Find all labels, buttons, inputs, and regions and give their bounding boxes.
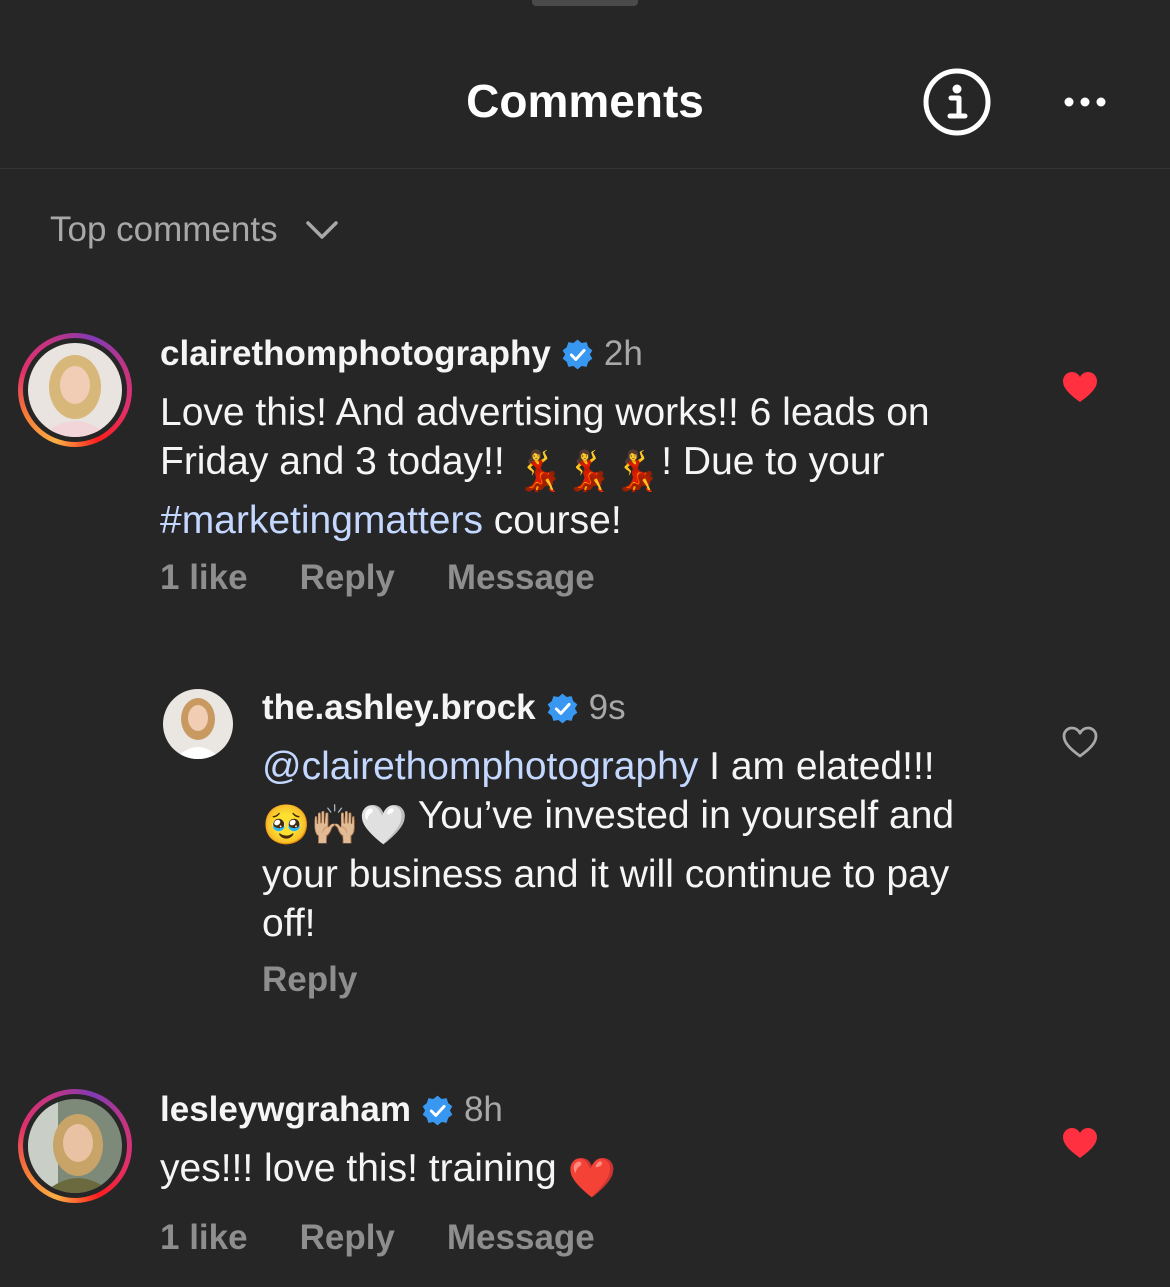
page-title: Comments: [466, 75, 704, 127]
avatar-image: [28, 343, 122, 437]
comment-time: 9s: [588, 688, 626, 727]
comment-header: lesleywgraham 8h: [160, 1088, 503, 1132]
comment-header: the.ashley.brock 9s: [262, 686, 626, 730]
like-count[interactable]: 1 like: [160, 1218, 248, 1258]
info-icon[interactable]: [922, 67, 992, 137]
comment-text: @clairethomphotography I am elated!!! 🥹🙌…: [262, 742, 1002, 948]
username[interactable]: clairethomphotography: [160, 334, 551, 374]
reply-button[interactable]: Reply: [262, 960, 357, 1000]
comment-text-part: yes!!! love this! training: [160, 1147, 568, 1190]
username[interactable]: the.ashley.brock: [262, 688, 536, 728]
avatar-lesleywgraham[interactable]: [18, 1089, 132, 1203]
avatar-image: [28, 1099, 122, 1193]
verified-badge-icon: [422, 1095, 453, 1125]
verified-badge-icon: [547, 693, 577, 723]
red-heart-emoji: ❤️: [567, 1157, 617, 1200]
like-count[interactable]: 1 like: [160, 558, 248, 598]
comment-actions: 1 like Reply Message: [160, 1216, 647, 1260]
mention-link[interactable]: @clairethomphotography: [262, 745, 698, 788]
more-options-icon[interactable]: [1055, 88, 1115, 116]
emoji-group: 🥹🙌🏼🤍: [262, 804, 408, 847]
comment-text-part: course!: [482, 499, 622, 542]
heart-filled-icon[interactable]: [1061, 1126, 1099, 1160]
comment-actions: Reply: [262, 958, 409, 1002]
sort-dropdown[interactable]: Top comments: [50, 206, 340, 254]
username[interactable]: lesleywgraham: [160, 1090, 411, 1130]
verified-badge-icon: [562, 339, 593, 369]
comment-time: 2h: [603, 334, 643, 373]
message-button[interactable]: Message: [447, 1218, 595, 1258]
reply-button[interactable]: Reply: [300, 1218, 395, 1258]
heart-filled-icon[interactable]: [1061, 370, 1099, 404]
sort-label: Top comments: [50, 210, 278, 249]
comment-header: clairethomphotography 2h: [160, 332, 643, 376]
comment-actions: 1 like Reply Message: [160, 556, 647, 600]
reply-button[interactable]: Reply: [300, 558, 395, 598]
comment-text: Love this! And advertising works!! 6 lea…: [160, 388, 1000, 545]
comments-header: Comments: [0, 0, 1170, 169]
comment-text-part: ! Due to your: [661, 440, 885, 483]
comment-text: yes!!! love this! training ❤️: [160, 1144, 1000, 1203]
avatar-clairethomphotography[interactable]: [18, 333, 132, 447]
avatar-image: [163, 689, 233, 759]
dancer-emoji: 💃💃💃: [515, 450, 662, 493]
comment-text-part: I am elated!!!: [698, 745, 935, 788]
heart-outline-icon[interactable]: [1061, 725, 1099, 759]
hashtag-link[interactable]: #marketingmatters: [160, 499, 483, 542]
avatar-the-ashley-brock[interactable]: [163, 689, 233, 759]
chevron-down-icon: [305, 221, 338, 239]
comment-time: 8h: [463, 1090, 503, 1129]
message-button[interactable]: Message: [447, 558, 595, 598]
